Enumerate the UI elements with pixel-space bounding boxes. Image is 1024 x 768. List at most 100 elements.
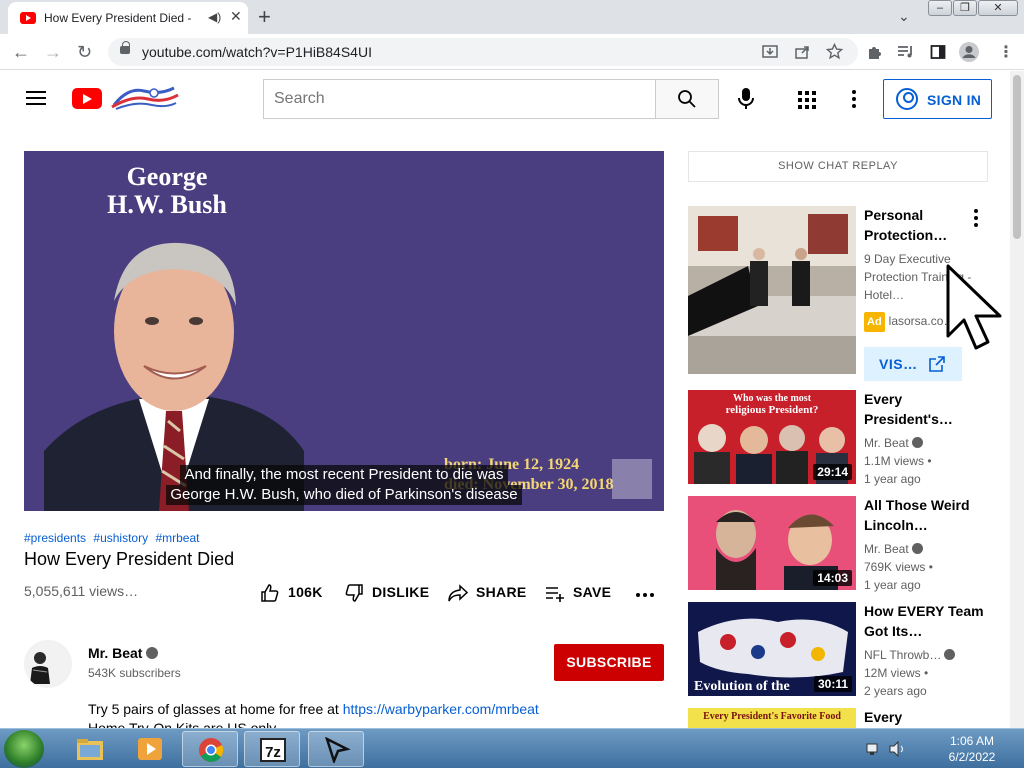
- video-player[interactable]: George H.W. Bush born: June 12, 1924 die…: [24, 151, 664, 511]
- arrow-cursor-icon: [325, 737, 351, 763]
- system-tray-icons[interactable]: [866, 741, 906, 757]
- hashtag-link[interactable]: #mrbeat: [155, 531, 199, 545]
- verified-check-icon: [911, 543, 923, 554]
- browser-tab[interactable]: How Every President Died - ◀) ✕: [8, 2, 248, 34]
- url-text[interactable]: youtube.com/watch?v=P1HiB84S4UI: [142, 44, 372, 60]
- scrollbar-thumb[interactable]: [1013, 75, 1021, 239]
- external-link-icon: [929, 356, 945, 372]
- save-button[interactable]: SAVE: [545, 584, 612, 603]
- video-thumbnail[interactable]: 14:03: [688, 496, 856, 590]
- ad-title[interactable]: Personal Protection…: [864, 205, 984, 245]
- close-window-button[interactable]: ✕: [978, 0, 1018, 16]
- ad-more-options-icon[interactable]: [974, 209, 978, 230]
- forward-arrow-icon[interactable]: →: [44, 42, 62, 63]
- channel-avatar-image: [24, 640, 72, 688]
- reload-icon[interactable]: ↻: [77, 42, 92, 63]
- thumbs-up-icon: [261, 584, 279, 603]
- lock-icon[interactable]: [120, 41, 130, 54]
- caption-line-1: And finally, the most recent President t…: [180, 465, 508, 485]
- youtube-logo[interactable]: [72, 88, 102, 109]
- video-channel[interactable]: NFL Throwb…: [864, 646, 984, 664]
- verified-check-icon: [911, 437, 923, 448]
- description-link[interactable]: https://warbyparker.com/mrbeat: [343, 701, 539, 717]
- taskbar-cursor-app[interactable]: [308, 731, 364, 767]
- dislike-label: DISLIKE: [372, 584, 430, 600]
- video-channel[interactable]: Mr. Beat: [864, 434, 984, 452]
- start-button[interactable]: [4, 730, 44, 768]
- profile-avatar-icon[interactable]: [959, 42, 979, 62]
- hashtag-link[interactable]: #ushistory: [93, 531, 148, 545]
- media-control-icon[interactable]: [897, 44, 915, 60]
- tab-title: How Every President Died -: [44, 11, 192, 25]
- bookmark-star-icon[interactable]: [826, 43, 843, 60]
- video-title-link[interactable]: Every President's…: [864, 389, 984, 429]
- 7zip-icon: 7z: [260, 738, 286, 762]
- clock-time: 1:06 AM: [949, 734, 995, 748]
- restore-window-button[interactable]: ❐: [953, 0, 977, 16]
- dislike-button[interactable]: DISLIKE: [344, 584, 430, 603]
- save-label: SAVE: [573, 584, 612, 600]
- share-page-icon[interactable]: [794, 44, 810, 60]
- sign-in-button[interactable]: SIGN IN: [883, 79, 992, 119]
- settings-more-icon[interactable]: [852, 90, 856, 111]
- channel-watermark[interactable]: [612, 459, 652, 499]
- side-panel-icon[interactable]: [930, 44, 946, 60]
- taskbar-7zip[interactable]: 7z: [244, 731, 300, 767]
- description-line: Try 5 pairs of glasses at home for free …: [88, 701, 539, 717]
- like-button[interactable]: 106K: [260, 584, 323, 603]
- video-thumbnail[interactable]: Evolution of the 30:11: [688, 602, 856, 696]
- back-arrow-icon[interactable]: ←: [12, 42, 30, 63]
- view-count[interactable]: 5,055,611 views…: [24, 583, 138, 599]
- tab-search-chevron-icon[interactable]: ⌄: [898, 8, 910, 25]
- video-duration: 29:14: [813, 464, 852, 480]
- ad-thumbnail[interactable]: [688, 206, 856, 374]
- page-scrollbar[interactable]: [1010, 71, 1024, 728]
- windows-taskbar: 7z 1:06 AM 6/2/2022: [0, 728, 1024, 768]
- address-bar[interactable]: youtube.com/watch?v=P1HiB84S4UI: [108, 38, 858, 66]
- show-chat-replay-button[interactable]: SHOW CHAT REPLAY: [688, 151, 988, 182]
- extensions-puzzle-icon[interactable]: [866, 44, 882, 60]
- taskbar-explorer[interactable]: [62, 731, 118, 767]
- video-thumbnail[interactable]: Every President's Favorite Food: [688, 708, 856, 728]
- tab-close-icon[interactable]: ✕: [230, 8, 242, 25]
- svg-text:Every President's Favorite Foo: Every President's Favorite Food: [703, 711, 841, 722]
- taskbar-clock[interactable]: 1:06 AM 6/2/2022: [930, 733, 1014, 765]
- browser-menu-icon[interactable]: ⋮: [998, 42, 1014, 62]
- new-tab-button[interactable]: +: [258, 4, 271, 30]
- clock-date: 6/2/2022: [948, 750, 996, 764]
- ad-badge: Ad: [864, 312, 885, 332]
- like-count: 106K: [288, 584, 323, 600]
- search-input[interactable]: [264, 80, 656, 118]
- audio-playing-icon[interactable]: ◀): [208, 10, 221, 24]
- search-button[interactable]: [655, 79, 719, 119]
- playlist-add-icon: [546, 587, 564, 603]
- video-title-link[interactable]: Every: [864, 707, 984, 728]
- hashtag-link[interactable]: #presidents: [24, 531, 86, 545]
- install-app-icon[interactable]: [762, 44, 778, 60]
- microphone-icon[interactable]: [736, 87, 756, 111]
- youtube-favicon-icon: [20, 12, 36, 24]
- subscribe-button[interactable]: SUBSCRIBE: [554, 644, 664, 681]
- video-title-link[interactable]: All Those Weird Lincoln…: [864, 495, 984, 535]
- svg-text:Evolution of the: Evolution of the: [694, 679, 790, 694]
- channel-name[interactable]: Mr. Beat: [88, 645, 159, 661]
- video-views: 1.1M views •: [864, 454, 932, 468]
- more-actions-icon[interactable]: [636, 593, 654, 597]
- taskbar-chrome[interactable]: [182, 731, 238, 767]
- video-duration: 30:11: [813, 676, 852, 692]
- video-channel[interactable]: Mr. Beat: [864, 540, 984, 558]
- apps-grid-icon[interactable]: [798, 91, 816, 109]
- media-player-icon: [138, 738, 162, 760]
- browser-toolbar: ← → ↻ youtube.com/watch?v=P1HiB84S4UI ⋮: [0, 34, 1024, 70]
- channel-avatar[interactable]: [24, 640, 72, 688]
- search-box[interactable]: [263, 79, 656, 119]
- minimize-window-button[interactable]: –: [928, 0, 952, 16]
- thumbs-down-icon: [345, 584, 363, 603]
- share-button[interactable]: SHARE: [448, 584, 527, 602]
- video-thumbnail[interactable]: Who was the most religious President? 29…: [688, 390, 856, 484]
- hamburger-menu-icon[interactable]: [26, 91, 46, 105]
- video-title-link[interactable]: How EVERY Team Got Its…: [864, 601, 984, 641]
- browser-tab-strip: How Every President Died - ◀) ✕ + ⌄ – ❐ …: [0, 0, 1024, 34]
- youtube-doodle-logo[interactable]: [108, 85, 180, 111]
- taskbar-media-player[interactable]: [122, 731, 178, 767]
